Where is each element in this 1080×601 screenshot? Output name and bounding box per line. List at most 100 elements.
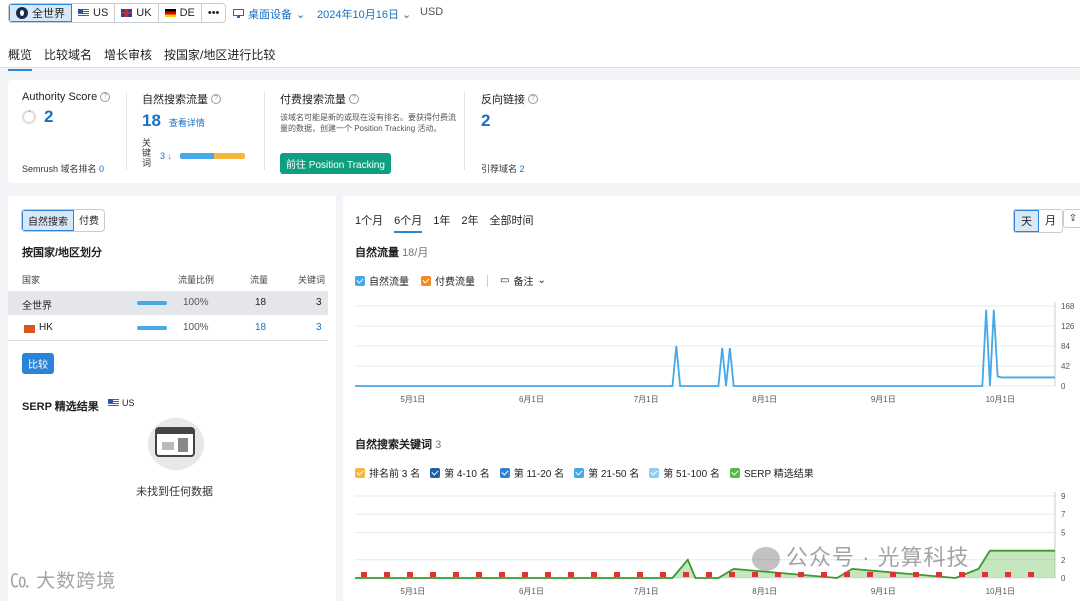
legend-item[interactable]: 第 11-20 名 xyxy=(499,465,564,480)
legend-item[interactable]: 第 51-100 名 xyxy=(649,465,720,480)
authority-score-block: Authority Score? 2 xyxy=(22,91,111,127)
table-row[interactable]: HK 100% 18 3 xyxy=(8,316,328,340)
traffic-share-bar xyxy=(137,326,167,330)
x-tick-label: 10月1日 xyxy=(986,587,1015,596)
tab-divider xyxy=(0,67,1080,68)
col-traffic[interactable]: 流量 xyxy=(250,273,268,286)
date-dropdown[interactable]: 2024年10月16日 ⌄ xyxy=(317,6,411,22)
chevron-down-icon: ⌄ xyxy=(537,275,546,286)
annotation-marker xyxy=(499,572,505,577)
country-section-title: 按国家/地区划分 xyxy=(22,247,103,259)
series-line xyxy=(355,309,1055,387)
currency-label: USD xyxy=(420,6,444,18)
help-icon[interactable]: ? xyxy=(349,94,359,104)
no-data-message: 未找到任何数据 xyxy=(136,486,213,498)
keywords-legend: 排名前 3 名第 4-10 名第 11-20 名第 21-50 名第 51-10… xyxy=(355,465,814,480)
annotation-marker xyxy=(384,572,390,577)
legend-paid[interactable]: 付费流量 xyxy=(421,273,475,288)
x-tick-label: 9月1日 xyxy=(871,395,896,404)
more-icon: ••• xyxy=(207,7,220,19)
toggle-organic[interactable]: 自然搜索 xyxy=(22,210,74,231)
region-more-button[interactable]: ••• xyxy=(201,4,226,22)
period-1m[interactable]: 1个月 xyxy=(355,212,383,233)
annotation-marker xyxy=(936,572,942,577)
keywords-count: 3 ↓ xyxy=(160,151,173,161)
device-dropdown[interactable]: 桌面设备 ⌄ xyxy=(233,6,305,22)
help-icon[interactable]: ? xyxy=(528,94,538,104)
region-selector: 全世界 US UK DE ••• xyxy=(8,3,227,23)
traffic-chart-title: 自然流量 18/月 xyxy=(355,247,429,259)
granularity-day[interactable]: 天 xyxy=(1014,210,1039,232)
referring-domains: 引荐域名 2 xyxy=(481,164,525,174)
legend-item[interactable]: SERP 精选结果 xyxy=(729,465,814,480)
notes-dropdown[interactable]: ▭ 备注 ⌄ xyxy=(500,273,546,288)
top-bar: 全世界 US UK DE ••• 桌面设备 ⌄ 2024年10月16日 ⌄ US… xyxy=(0,0,1080,71)
region-de[interactable]: DE xyxy=(158,4,202,22)
empty-state-illustration xyxy=(148,418,204,470)
region-uk[interactable]: UK xyxy=(115,4,159,22)
toggle-paid[interactable]: 付费 xyxy=(74,210,104,231)
y-tick-label: 42 xyxy=(1061,362,1070,371)
annotation-marker xyxy=(591,572,597,577)
annotation-marker xyxy=(959,572,965,577)
y-tick-label: 5 xyxy=(1061,528,1066,537)
col-keywords[interactable]: 关键词 xyxy=(298,273,325,286)
backlinks-value[interactable]: 2 xyxy=(481,111,538,131)
chevron-down-icon: ⌄ xyxy=(296,8,306,21)
period-2y[interactable]: 2年 xyxy=(461,212,478,233)
globe-icon xyxy=(16,7,28,19)
y-tick-label: 84 xyxy=(1061,342,1070,351)
annotation-marker xyxy=(821,572,827,577)
x-tick-label: 10月1日 xyxy=(986,395,1015,404)
x-tick-label: 6月1日 xyxy=(519,587,544,596)
wechat-icon xyxy=(752,547,780,572)
browser-window-icon xyxy=(155,427,195,457)
region-us[interactable]: US xyxy=(72,4,116,22)
annotation-marker xyxy=(890,572,896,577)
organic-traffic-block: 自然搜索流量? 18 查看详情 xyxy=(142,91,221,131)
compare-button[interactable]: 比较 xyxy=(22,353,54,374)
col-country: 国家 xyxy=(22,275,41,285)
serp-features-title: SERP 精选结果 xyxy=(22,401,99,413)
period-1y[interactable]: 1年 xyxy=(433,212,450,233)
y-tick-label: 0 xyxy=(1061,382,1066,391)
legend-item[interactable]: 第 4-10 名 xyxy=(430,465,490,480)
period-all[interactable]: 全部时间 xyxy=(490,212,534,233)
annotation-marker xyxy=(706,572,712,577)
annotation-marker xyxy=(867,572,873,577)
traffic-share-bar xyxy=(137,301,167,305)
organic-traffic-value: 18 xyxy=(142,111,161,130)
annotation-marker xyxy=(798,572,804,577)
table-row[interactable]: 全世界 100% 18 3 xyxy=(8,291,328,315)
legend-organic[interactable]: 自然流量 xyxy=(355,273,409,288)
granularity-month[interactable]: 月 xyxy=(1039,210,1062,232)
export-icon[interactable]: ⇪ xyxy=(1063,209,1080,228)
legend-item[interactable]: 第 21-50 名 xyxy=(574,465,639,480)
help-icon[interactable]: ? xyxy=(211,94,221,104)
authority-gauge-icon xyxy=(22,109,36,124)
region-worldwide[interactable]: 全世界 xyxy=(9,4,72,22)
col-traffic-share[interactable]: 流量比例 xyxy=(178,273,214,286)
x-tick-label: 8月1日 xyxy=(752,395,777,404)
granularity-toggle: 天 月 xyxy=(1013,209,1063,233)
checkbox-icon xyxy=(430,467,441,478)
x-tick-label: 6月1日 xyxy=(519,395,544,404)
chevron-down-icon: ⌄ xyxy=(401,8,412,21)
checkbox-icon xyxy=(355,275,365,286)
y-tick-label: 2 xyxy=(1061,556,1066,565)
annotation-marker xyxy=(660,572,666,577)
position-tracking-button[interactable]: 前往 Position Tracking xyxy=(280,153,391,174)
organic-traffic-chart[interactable]: 0 42 84 126 168 5月1日 6月1日 7月1日 8月1日 9月1日 10月1日 xyxy=(343,296,1080,411)
flag-us-icon xyxy=(108,399,119,407)
period-6m[interactable]: 6个月 xyxy=(394,212,423,233)
legend-item[interactable]: 排名前 3 名 xyxy=(355,465,420,480)
annotation-marker xyxy=(752,572,758,577)
view-details-link[interactable]: 查看详情 xyxy=(169,116,205,129)
annotation-marker xyxy=(729,572,735,577)
help-icon[interactable]: ? xyxy=(100,92,111,102)
x-tick-label: 7月1日 xyxy=(634,587,659,596)
annotation-marker xyxy=(1005,572,1011,577)
annotation-marker xyxy=(545,572,551,577)
backlinks-block: 反向链接? 2 xyxy=(481,91,538,131)
x-tick-label: 7月1日 xyxy=(634,395,659,404)
